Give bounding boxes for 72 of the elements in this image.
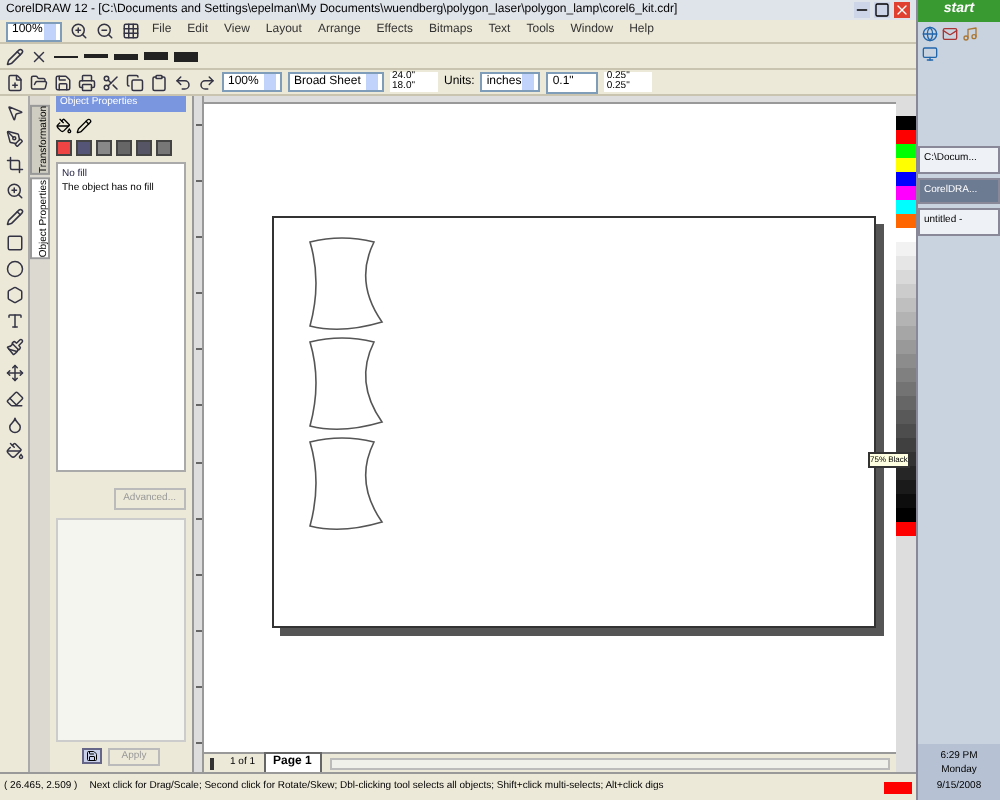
cut-icon[interactable]	[102, 73, 120, 91]
close-icon[interactable]	[30, 47, 48, 65]
move-icon[interactable]	[5, 364, 23, 382]
minimize-icon[interactable]	[854, 2, 870, 18]
color-swatch[interactable]	[896, 368, 916, 382]
color-swatch[interactable]	[896, 214, 916, 228]
ellipse-icon[interactable]	[5, 260, 23, 278]
monitor-icon[interactable]	[922, 46, 938, 62]
undo-icon[interactable]	[174, 73, 192, 91]
color-swatch[interactable]	[896, 242, 916, 256]
zoom-out-icon[interactable]	[96, 22, 114, 40]
brush-icon[interactable]	[5, 338, 23, 356]
pencil-icon[interactable]	[6, 47, 24, 65]
color-swatch[interactable]	[896, 354, 916, 368]
horizontal-scrollbar[interactable]	[329, 757, 890, 769]
redo-icon[interactable]	[198, 73, 216, 91]
bucket-icon[interactable]	[5, 442, 23, 460]
line-style-swatch[interactable]	[144, 52, 168, 60]
dropper-icon[interactable]	[5, 416, 23, 434]
color-swatch[interactable]	[896, 494, 916, 508]
line-style-swatch[interactable]	[84, 54, 108, 58]
color-swatch[interactable]	[896, 172, 916, 186]
clipboard-icon[interactable]	[150, 73, 168, 91]
grid-icon[interactable]	[122, 22, 140, 40]
line-style-swatch[interactable]	[114, 53, 138, 59]
color-swatch[interactable]	[896, 508, 916, 522]
color-swatch[interactable]	[896, 270, 916, 284]
color-swatch[interactable]	[896, 326, 916, 340]
zoom-icon[interactable]	[5, 182, 23, 200]
color-swatch[interactable]	[896, 466, 916, 480]
color-swatch[interactable]	[896, 256, 916, 270]
rectangle-icon[interactable]	[5, 234, 23, 252]
pen-icon[interactable]	[5, 130, 23, 148]
color-swatch[interactable]	[896, 228, 916, 242]
globe-icon[interactable]	[922, 26, 938, 42]
color-swatch[interactable]	[896, 116, 916, 130]
music-icon[interactable]	[962, 26, 978, 42]
text-icon[interactable]	[5, 312, 23, 330]
color-swatch[interactable]	[896, 396, 916, 410]
color-swatch[interactable]	[896, 298, 916, 312]
zoom-in-icon[interactable]	[70, 22, 88, 40]
line-style-swatch[interactable]	[174, 51, 198, 61]
maximize-icon[interactable]	[874, 2, 890, 18]
color-swatch[interactable]	[896, 130, 916, 144]
color-swatch[interactable]	[896, 144, 916, 158]
eraser-icon[interactable]	[5, 390, 23, 408]
printer-icon[interactable]	[78, 73, 96, 91]
color-swatch[interactable]	[896, 158, 916, 172]
color-swatch[interactable]	[896, 410, 916, 424]
color-swatch[interactable]	[896, 382, 916, 396]
new-file-icon[interactable]	[6, 73, 24, 91]
fill-color-swatch	[884, 781, 912, 793]
polygon-icon[interactable]	[5, 286, 23, 304]
pointer-icon[interactable]	[5, 104, 23, 122]
folder-icon[interactable]	[30, 73, 48, 91]
mail-icon[interactable]	[942, 26, 958, 42]
color-swatch[interactable]	[896, 186, 916, 200]
color-swatch[interactable]	[896, 340, 916, 354]
outline-tab-icon[interactable]	[76, 117, 92, 133]
fill-tab-icon[interactable]	[56, 117, 72, 133]
save-icon[interactable]	[54, 73, 72, 91]
pencil-icon[interactable]	[5, 208, 23, 226]
crop-icon[interactable]	[5, 156, 23, 174]
color-swatch[interactable]	[896, 312, 916, 326]
color-swatch[interactable]	[896, 522, 916, 536]
color-swatch[interactable]	[896, 200, 916, 214]
color-swatch[interactable]	[896, 284, 916, 298]
copy-icon[interactable]	[126, 73, 144, 91]
line-style-swatch[interactable]	[54, 55, 78, 57]
color-swatch[interactable]	[896, 438, 916, 452]
color-swatch[interactable]	[896, 424, 916, 438]
color-swatch[interactable]	[896, 480, 916, 494]
